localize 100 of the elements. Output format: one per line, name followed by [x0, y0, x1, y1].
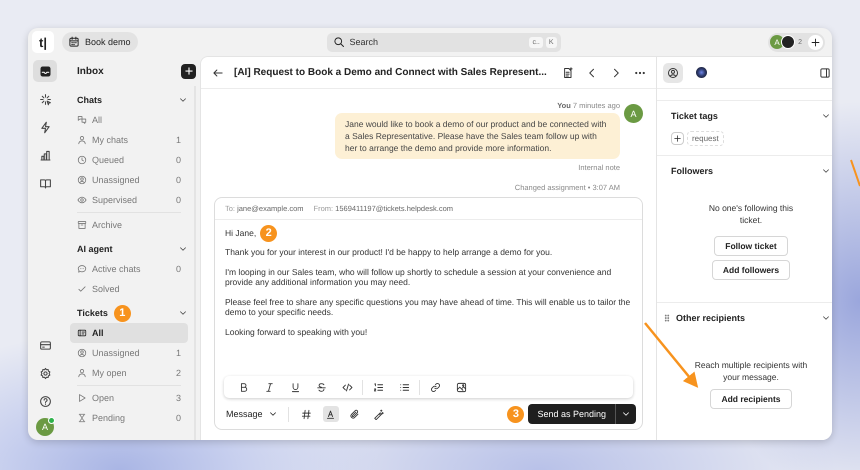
contact-tab[interactable] [663, 62, 683, 82]
bullet-list-icon [398, 382, 410, 392]
numbered-list-icon [372, 382, 384, 392]
outline-button[interactable]: Add followers [712, 260, 790, 280]
new-button[interactable] [181, 64, 196, 78]
document-icon [562, 66, 574, 78]
plus-icon [184, 66, 194, 76]
play-icon [77, 393, 87, 403]
image-icon [456, 382, 466, 392]
step-number-badge: 3 [507, 406, 524, 422]
person-icon [77, 135, 87, 145]
sidebar-item[interactable]: Archive [70, 215, 188, 235]
item-label: My chats [92, 135, 130, 145]
tag[interactable]: request [687, 131, 724, 146]
item-label: Unassigned [92, 348, 141, 358]
underline-icon [290, 382, 300, 392]
item-count: 3 [176, 393, 181, 403]
eye-icon [77, 195, 87, 205]
outline-button[interactable]: Follow ticket [714, 236, 788, 256]
section-title: Chats [77, 95, 102, 105]
plus-icon [810, 36, 821, 48]
check-icon [77, 284, 87, 294]
sidebar-item[interactable]: Supervised 0 [70, 190, 188, 210]
calendar-icon [68, 36, 80, 48]
user-avatar[interactable]: A [36, 418, 54, 436]
search-input[interactable]: Search [350, 37, 524, 47]
greeting-text: Hi Jane, [225, 228, 256, 239]
empty-state-text: No one's following this ticket. [708, 202, 794, 226]
item-label: Archive [92, 220, 124, 230]
sidebar-item[interactable]: Pending 0 [70, 408, 188, 428]
ticket-icon [77, 328, 87, 338]
settings-icon [38, 366, 52, 380]
user-circle-icon [77, 175, 87, 185]
sidebar-item[interactable]: Solved [70, 279, 188, 299]
user-circle-icon [77, 348, 87, 358]
text-style-button[interactable] [322, 406, 339, 422]
bar-chart-icon [38, 148, 52, 162]
sidebar-item[interactable]: My chats 1 [70, 130, 188, 150]
item-label: Active chats [92, 264, 142, 274]
item-count: 0 [176, 175, 181, 185]
avatar: A [770, 35, 784, 49]
sidebar-item[interactable]: All [70, 323, 188, 343]
back-arrow-icon [212, 66, 224, 78]
item-count: 1 [176, 348, 181, 358]
sidebar-item[interactable]: All [70, 110, 188, 130]
magic-wand-icon [373, 408, 384, 420]
search-icon [332, 36, 345, 48]
message-paragraph: Looking forward to speaking with you! [225, 326, 368, 337]
speech-bubble-icon [77, 264, 87, 274]
sidebar-item[interactable]: Unassigned 0 [70, 170, 188, 190]
item-count: 0 [176, 195, 181, 205]
sidebar-item[interactable]: My open 2 [70, 363, 188, 383]
add-tag-button[interactable] [671, 132, 684, 145]
sidebar-item[interactable]: Active chats 0 [70, 259, 188, 279]
online-dot [48, 417, 55, 424]
sidebar-title: Inbox [77, 66, 104, 76]
help-icon [38, 394, 52, 408]
card-icon [38, 338, 52, 352]
sidebar-item[interactable]: Unassigned 1 [70, 343, 188, 363]
add-recipients-button[interactable]: Add recipients [710, 389, 792, 409]
item-label: Open [92, 393, 116, 403]
message-type-dropdown[interactable]: Message [226, 409, 278, 419]
plus-icon [673, 134, 682, 143]
internal-note-message: Jane would like to book a demo of our product and be connected with a Sales Representative. Please have the Sales team follow up with her to arrange the demo and provide more information. [335, 113, 620, 159]
hint-text: Reach multiple recipients with your message. [694, 359, 808, 383]
book-demo-button[interactable]: Book demo [62, 32, 138, 52]
user-circle-icon [667, 66, 679, 78]
archive-icon [77, 220, 87, 230]
item-label: Supervised [92, 195, 138, 205]
item-label: Unassigned [92, 175, 141, 185]
section-title: AI agent [77, 244, 113, 254]
book-icon [38, 176, 52, 190]
panel-icon [819, 66, 831, 78]
sidebar-item[interactable]: Queued 0 [70, 150, 188, 170]
ai-orb-icon [696, 67, 706, 78]
author-avatar: A [624, 104, 643, 123]
clock-icon [77, 155, 87, 165]
sparkle-icon [38, 92, 52, 106]
hourglass-icon [77, 413, 87, 423]
message-paragraph: Thank you for your interest in our product! I'd be happy to help arrange a demo for you. [225, 247, 554, 258]
lightning-icon [38, 120, 52, 134]
message-paragraph: Please feel free to share any specific questions you may have ahead of time. This will enable us to tailor the demo to your specific needs. [225, 296, 632, 318]
item-label: Queued [92, 155, 126, 165]
chat-bubbles-icon [77, 115, 87, 125]
item-count: 2 [176, 368, 181, 378]
add-button[interactable] [808, 34, 823, 50]
app-logo[interactable]: t| [32, 31, 54, 53]
conversation-title: [AI] Request to Book a Demo and Connect with Sales Represent... [234, 67, 548, 78]
code-icon [342, 382, 352, 392]
item-count: 1 [176, 135, 181, 145]
item-label: All [92, 328, 105, 338]
section-title: Tickets [77, 308, 108, 318]
hash-icon [301, 408, 312, 420]
strikethrough-icon [316, 382, 326, 392]
inbox-button[interactable] [33, 60, 57, 82]
sidebar-item[interactable]: Open 3 [70, 388, 188, 408]
item-label: All [92, 115, 104, 125]
item-label: My open [92, 368, 128, 378]
section-title: Ticket tags [671, 111, 718, 121]
paperclip-icon [349, 408, 360, 420]
